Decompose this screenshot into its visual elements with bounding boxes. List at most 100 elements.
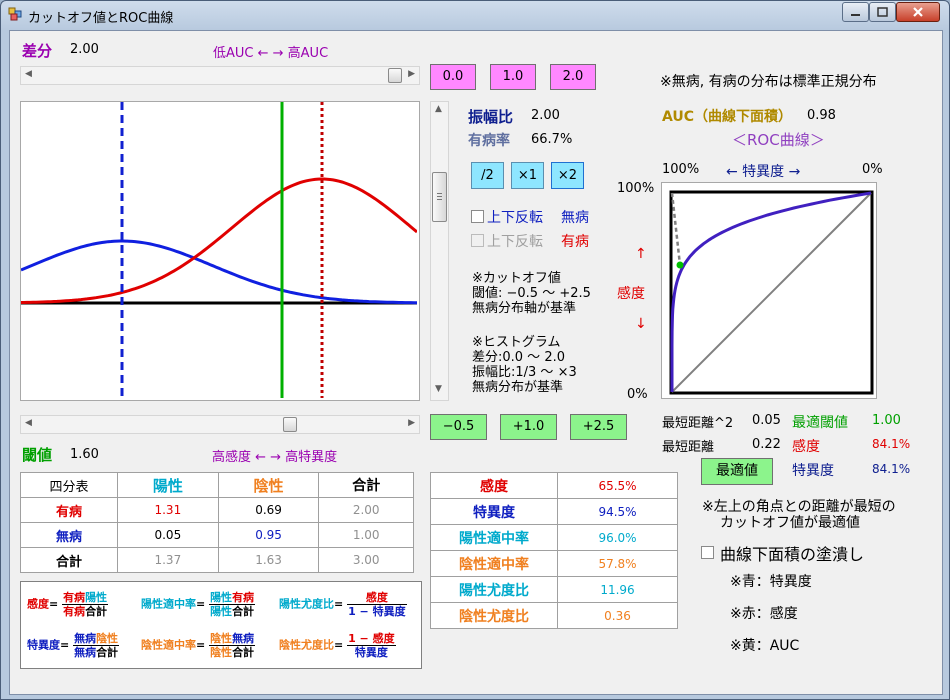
table-row: 陽性適中率 96.0% xyxy=(430,524,678,551)
threshold-range-label: 高感度 ← → 高特異度 xyxy=(212,450,338,465)
spec-left: 100% xyxy=(662,162,700,177)
flip-no-disease-state: 無病 xyxy=(561,210,589,226)
amp-value: 2.00 xyxy=(531,108,560,123)
dist-label: 最短距離 xyxy=(662,440,715,455)
table-row: 無病 0.05 0.95 1.00 xyxy=(20,522,414,548)
diff-value: 2.00 xyxy=(70,42,99,57)
diff-slider-thumb[interactable] xyxy=(388,68,402,83)
scroll-up-icon: ▲ xyxy=(435,104,442,114)
scroll-right-icon: ▶ xyxy=(408,418,415,428)
amp-double-button[interactable]: ×2 xyxy=(551,162,584,189)
diff-slider[interactable]: ◀ ▶ xyxy=(20,66,420,85)
fill-red-note: ※赤：感度 xyxy=(730,606,798,622)
opt-spec-value: 84.1% xyxy=(872,462,911,476)
app-window: カットオフ値とROC曲線 差分 2.00 低AUC ← → 高AUC ◀ ▶ 0… xyxy=(0,0,950,700)
cutoff-note: ※カットオフ値 閾値: −0.5 〜 +2.5 無病分布軸が基準 xyxy=(472,271,591,316)
close-button[interactable] xyxy=(896,2,940,22)
sens-up-arrow: ↑ xyxy=(635,246,647,262)
flip-no-disease-checkbox[interactable] xyxy=(471,210,484,223)
opt-threshold-value: 1.00 xyxy=(872,413,901,428)
opt-sens-value: 84.1% xyxy=(872,437,911,451)
formula-nlr: 陰性尤度比= 1 − 感度 特異度 xyxy=(279,632,396,659)
maximize-button[interactable] xyxy=(869,2,896,22)
table-row: 有病 1.31 0.69 2.00 xyxy=(20,497,414,523)
amp-half-button[interactable]: /2 xyxy=(471,162,504,189)
threshold-plus1-button[interactable]: +1.0 xyxy=(500,414,557,440)
scroll-right-icon: ▶ xyxy=(408,69,415,79)
roc-title: ＜ROC曲線＞ xyxy=(732,131,825,149)
app-icon xyxy=(8,7,22,21)
opt-sens-label: 感度 xyxy=(792,439,820,455)
disease-curve xyxy=(21,177,418,304)
title-bar: カットオフ値とROC曲線 xyxy=(1,1,949,29)
table-row: 感度 65.5% xyxy=(430,472,678,499)
histogram-note: ※ヒストグラム 差分:0.0 〜 2.0 振幅比:1/3 〜 ×3 無病分布が基… xyxy=(472,335,577,395)
table-row: 合計 1.37 1.63 3.00 xyxy=(20,547,414,573)
table-row: 陽性尤度比 11.96 xyxy=(430,576,678,603)
formula-box: 感度= 有病陽性 有病合計 陽性適中率= 陽性有病 陽性合計 陽性尤度比= 感度 1 … xyxy=(20,581,422,669)
prevalence-label: 有病率 xyxy=(468,133,510,149)
diff-2-button[interactable]: 2.0 xyxy=(550,64,596,90)
formula-npv: 陰性適中率= 陰性無病 陰性合計 xyxy=(141,632,256,659)
spec-axis-label: ← 特異度 → xyxy=(726,164,801,180)
dist-value: 0.22 xyxy=(752,437,781,452)
flip-no-disease-label: 上下反転 xyxy=(487,210,543,226)
sens-down-arrow: ↓ xyxy=(635,316,647,332)
dist2-value: 0.05 xyxy=(752,413,781,428)
amp-vscroll[interactable]: ▲ ▼ xyxy=(430,101,449,401)
table-header: 四分表 xyxy=(20,472,118,498)
minimize-button[interactable] xyxy=(842,2,869,22)
no-disease-curve xyxy=(20,239,417,305)
sens-top: 100% xyxy=(617,181,655,196)
formula-specificity: 特異度= 無病陰性 無病合計 xyxy=(27,632,120,659)
diff-1-button[interactable]: 1.0 xyxy=(490,64,536,90)
distribution-plot xyxy=(20,101,420,401)
threshold-slider[interactable]: ◀ ▶ xyxy=(20,415,420,434)
sens-axis-label: 感度 xyxy=(617,286,645,302)
table-header: 陰性 xyxy=(217,472,320,498)
distribution-plot-svg xyxy=(20,102,418,398)
table-header: 陽性 xyxy=(117,472,219,498)
minimize-icon xyxy=(851,14,860,16)
flip-disease-checkbox[interactable] xyxy=(471,234,484,247)
opt-threshold-label: 最適閾値 xyxy=(792,415,848,431)
roc-plot xyxy=(661,182,877,399)
formula-ppv: 陽性適中率= 陽性有病 陽性合計 xyxy=(141,591,256,618)
table-row: 特異度 94.5% xyxy=(430,498,678,525)
fill-auc-checkbox[interactable] xyxy=(701,546,714,559)
auc-value: 0.98 xyxy=(807,108,836,123)
metrics-table: 感度 65.5% 特異度 94.5% 陽性適中率 96.0% 陰性適中率 57.8% 陽… xyxy=(430,472,678,629)
diff-label: 差分 xyxy=(22,42,53,60)
table-row: 陰性尤度比 0.36 xyxy=(430,602,678,629)
threshold-minus-button[interactable]: −0.5 xyxy=(430,414,487,440)
optimal-value-button[interactable]: 最適値 xyxy=(701,458,773,485)
formula-sensitivity: 感度= 有病陽性 有病合計 xyxy=(27,591,109,618)
contingency-table: 四分表 陽性 陰性 合計 有病 1.31 0.69 2.00 無病 0.05 0… xyxy=(20,472,414,573)
client-area: 差分 2.00 低AUC ← → 高AUC ◀ ▶ 0.0 1.0 2.0 ※無… xyxy=(9,30,943,695)
threshold-value: 1.60 xyxy=(70,447,99,462)
threshold-slider-thumb[interactable] xyxy=(283,417,297,432)
table-header: 合計 xyxy=(318,472,414,498)
diff-0-button[interactable]: 0.0 xyxy=(430,64,476,90)
maximize-icon xyxy=(877,7,888,17)
amp-vscroll-thumb[interactable] xyxy=(432,172,447,222)
flip-disease-label: 上下反転 xyxy=(487,234,543,250)
optimal-note-2: カットオフ値が最適値 xyxy=(720,515,860,531)
formula-plr: 陽性尤度比= 感度 1 − 特異度 xyxy=(279,591,407,618)
sens-bottom: 0% xyxy=(627,387,648,402)
table-row: 陰性適中率 57.8% xyxy=(430,550,678,577)
distribution-note: ※無病, 有病の分布は標準正規分布 xyxy=(660,74,877,90)
threshold-plus25-button[interactable]: +2.5 xyxy=(570,414,627,440)
table-row: 四分表 陽性 陰性 合計 xyxy=(20,472,414,498)
dist2-label: 最短距離^2 xyxy=(662,416,734,431)
amp-one-button[interactable]: ×1 xyxy=(511,162,544,189)
roc-optimal-point xyxy=(676,261,684,269)
spec-right: 0% xyxy=(862,162,883,177)
scroll-down-icon: ▼ xyxy=(435,384,442,394)
auc-label: AUC（曲線下面積） xyxy=(662,109,793,125)
flip-disease-state: 有病 xyxy=(561,234,589,250)
fill-yellow-note: ※黄：AUC xyxy=(730,638,800,654)
fill-blue-note: ※青：特異度 xyxy=(730,574,812,590)
prevalence-value: 66.7% xyxy=(531,132,573,147)
roc-plot-svg xyxy=(669,190,874,395)
